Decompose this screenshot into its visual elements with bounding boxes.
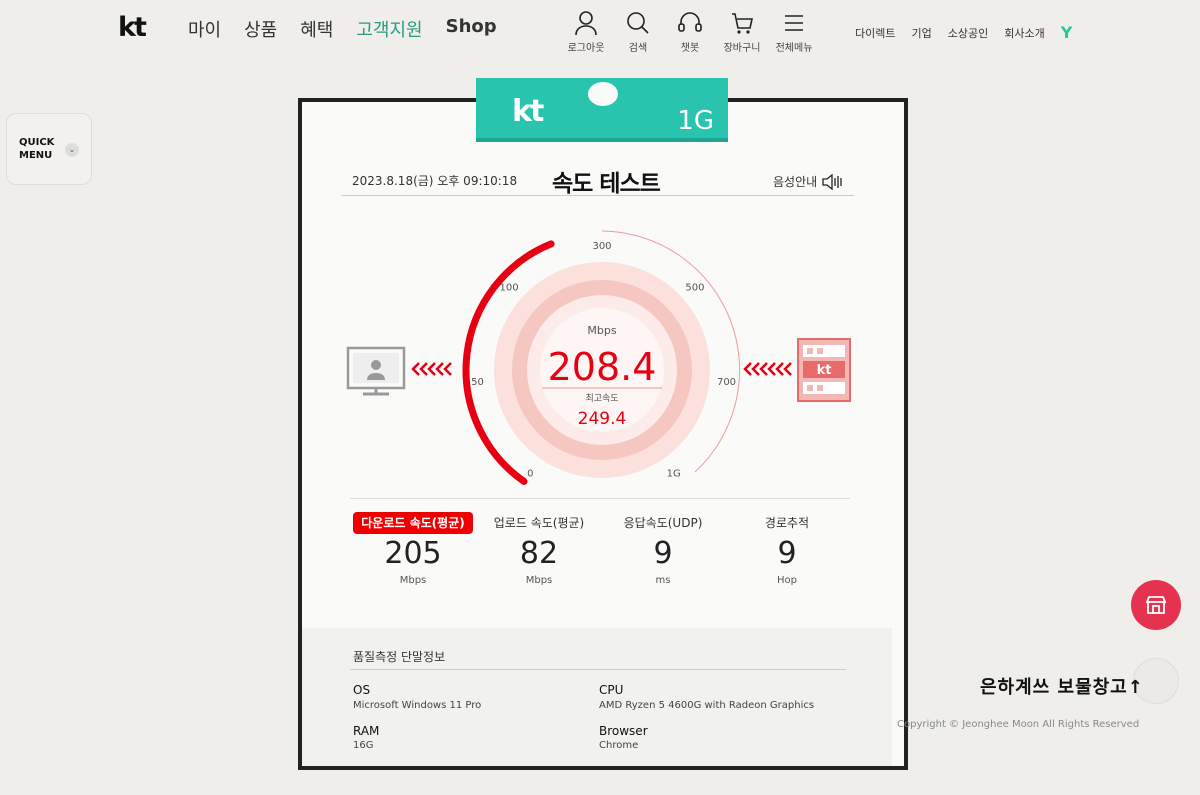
stat-traceroute-label[interactable]: 경로추적 <box>722 512 852 534</box>
stat-latency-unit: ms <box>655 575 671 586</box>
stat-latency-label[interactable]: 응답속도(UDP) <box>598 512 728 534</box>
device-ram-key: RAM <box>353 724 380 738</box>
search-icon <box>627 12 649 34</box>
tag-hole <box>588 82 618 106</box>
nav-item-shop[interactable]: Shop <box>446 16 497 42</box>
gauge-tick-label: 700 <box>717 377 736 388</box>
search-button[interactable]: 검색 <box>612 10 664 54</box>
quick-menu-button[interactable]: QUICK MENU ⌄ <box>6 113 92 185</box>
search-label: 검색 <box>628 43 648 54</box>
nav-item-support[interactable]: 고객지원 <box>356 16 422 42</box>
y-brand-icon[interactable]: Y <box>1061 23 1073 42</box>
device-browser-value: Chrome <box>599 740 639 751</box>
gauge-tick-label: 500 <box>685 282 704 293</box>
device-info-panel: 품질측정 단말정보 OS Microsoft Windows 11 Pro CP… <box>302 628 892 766</box>
copyright-text: Copyright © Jeonghee Moon All Rights Res… <box>897 719 1140 730</box>
download-chevrons-left <box>411 362 452 376</box>
link-small-business[interactable]: 소상공인 <box>948 25 988 41</box>
stat-traceroute: 경로추적 9 Hop <box>722 512 852 586</box>
server-label: kt <box>817 363 832 378</box>
device-cpu-key: CPU <box>599 683 624 697</box>
voice-guide-label: 음성안내 <box>773 175 818 189</box>
all-menu-label: 전체메뉴 <box>775 43 813 54</box>
all-menu-button[interactable]: 전체메뉴 <box>768 10 820 54</box>
device-os-key: OS <box>353 683 371 697</box>
top-links: 다이렉트 기업 소상공인 회사소개 Y <box>855 23 1072 42</box>
watermark-text: 은하계쓰 보물창고↑ <box>980 677 1144 698</box>
speed-gauge: kt Mbps 208.4 최고속도 249.4 0 50 100 300 500 700… <box>346 230 851 485</box>
page-title: 속도 테스트 <box>552 171 661 197</box>
chevron-down-icon: ⌄ <box>65 143 79 157</box>
chatbot-label: 챗봇 <box>680 43 700 54</box>
max-speed-value: 249.4 <box>578 409 627 429</box>
stat-download-unit: Mbps <box>399 575 427 586</box>
stat-traceroute-unit: Hop <box>777 575 797 586</box>
kt-server-icon: kt <box>797 338 851 402</box>
tag-brand: kt <box>512 94 544 129</box>
site-header: kt 마이 상품 혜택 고객지원 Shop 로그아웃 검색 챗봇 장바구니 전체… <box>0 0 1200 70</box>
device-info-divider <box>350 669 846 670</box>
gauge-tick-label: 0 <box>527 468 533 479</box>
link-direct[interactable]: 다이렉트 <box>855 25 895 41</box>
stat-latency: 응답속도(UDP) 9 ms <box>598 512 728 586</box>
current-speed-value: 208.4 <box>548 345 657 389</box>
gauge-tick-label: 50 <box>471 377 484 388</box>
nav-item-my[interactable]: 마이 <box>188 16 221 42</box>
test-datetime: 2023.8.18(금) 오후 09:10:18 <box>352 174 518 188</box>
stat-download-label[interactable]: 다운로드 속도(평균) <box>353 512 473 534</box>
up-arrow-icon: ↑ <box>1127 677 1144 698</box>
quick-menu-label: QUICK MENU <box>19 137 55 161</box>
logout-button[interactable]: 로그아웃 <box>560 10 612 54</box>
stats-divider <box>350 498 850 499</box>
stat-latency-value: 9 <box>653 536 673 571</box>
max-speed-label: 최고속도 <box>585 393 618 404</box>
person-icon <box>575 11 597 36</box>
device-cpu-value: AMD Ryzen 5 4600G with Radeon Graphics <box>599 700 815 711</box>
device-ram-value: 16G <box>353 740 374 751</box>
cart-label: 장바구니 <box>723 43 761 54</box>
cart-button[interactable]: 장바구니 <box>716 10 768 54</box>
main-nav: 마이 상품 혜택 고객지원 Shop <box>188 16 497 42</box>
store-icon <box>1145 596 1167 614</box>
gauge-tick-label: 300 <box>592 241 611 252</box>
gauge-tick-label: 1G <box>667 468 681 479</box>
stat-download: 다운로드 속도(평균) 205 Mbps <box>348 512 478 586</box>
speed-unit: Mbps <box>587 324 616 337</box>
store-button[interactable] <box>1131 580 1181 630</box>
voice-guide-button[interactable]: 음성안내 <box>773 173 843 190</box>
stat-download-value: 205 <box>384 536 442 571</box>
speaker-icon <box>822 173 842 190</box>
stat-traceroute-value: 9 <box>777 536 797 571</box>
device-info-title: 품질측정 단말정보 <box>353 650 446 664</box>
link-company[interactable]: 회사소개 <box>1004 25 1044 41</box>
client-computer-icon <box>346 346 406 396</box>
tag-plan: 1G <box>677 106 714 136</box>
kt-1g-tag: kt 1G <box>476 78 728 142</box>
stat-upload: 업로드 속도(평균) 82 Mbps <box>474 512 604 586</box>
link-business[interactable]: 기업 <box>911 25 931 41</box>
gauge-tick-label: 100 <box>500 282 519 293</box>
stat-upload-label[interactable]: 업로드 속도(평균) <box>474 512 604 534</box>
kt-logo[interactable]: kt <box>118 12 147 43</box>
nav-item-benefits[interactable]: 혜택 <box>300 16 333 42</box>
chatbot-button[interactable]: 챗봇 <box>664 10 716 54</box>
title-divider <box>341 195 854 196</box>
headset-icon <box>678 12 702 32</box>
menu-icon <box>785 15 803 31</box>
device-os-value: Microsoft Windows 11 Pro <box>353 700 482 711</box>
cart-icon <box>732 13 753 34</box>
stat-upload-unit: Mbps <box>525 575 553 586</box>
stat-upload-value: 82 <box>519 536 559 571</box>
nav-item-products[interactable]: 상품 <box>244 16 277 42</box>
logout-label: 로그아웃 <box>567 43 605 54</box>
device-browser-key: Browser <box>599 724 648 738</box>
server-chevrons-right <box>743 362 792 376</box>
util-menu: 로그아웃 검색 챗봇 장바구니 전체메뉴 <box>560 10 820 54</box>
